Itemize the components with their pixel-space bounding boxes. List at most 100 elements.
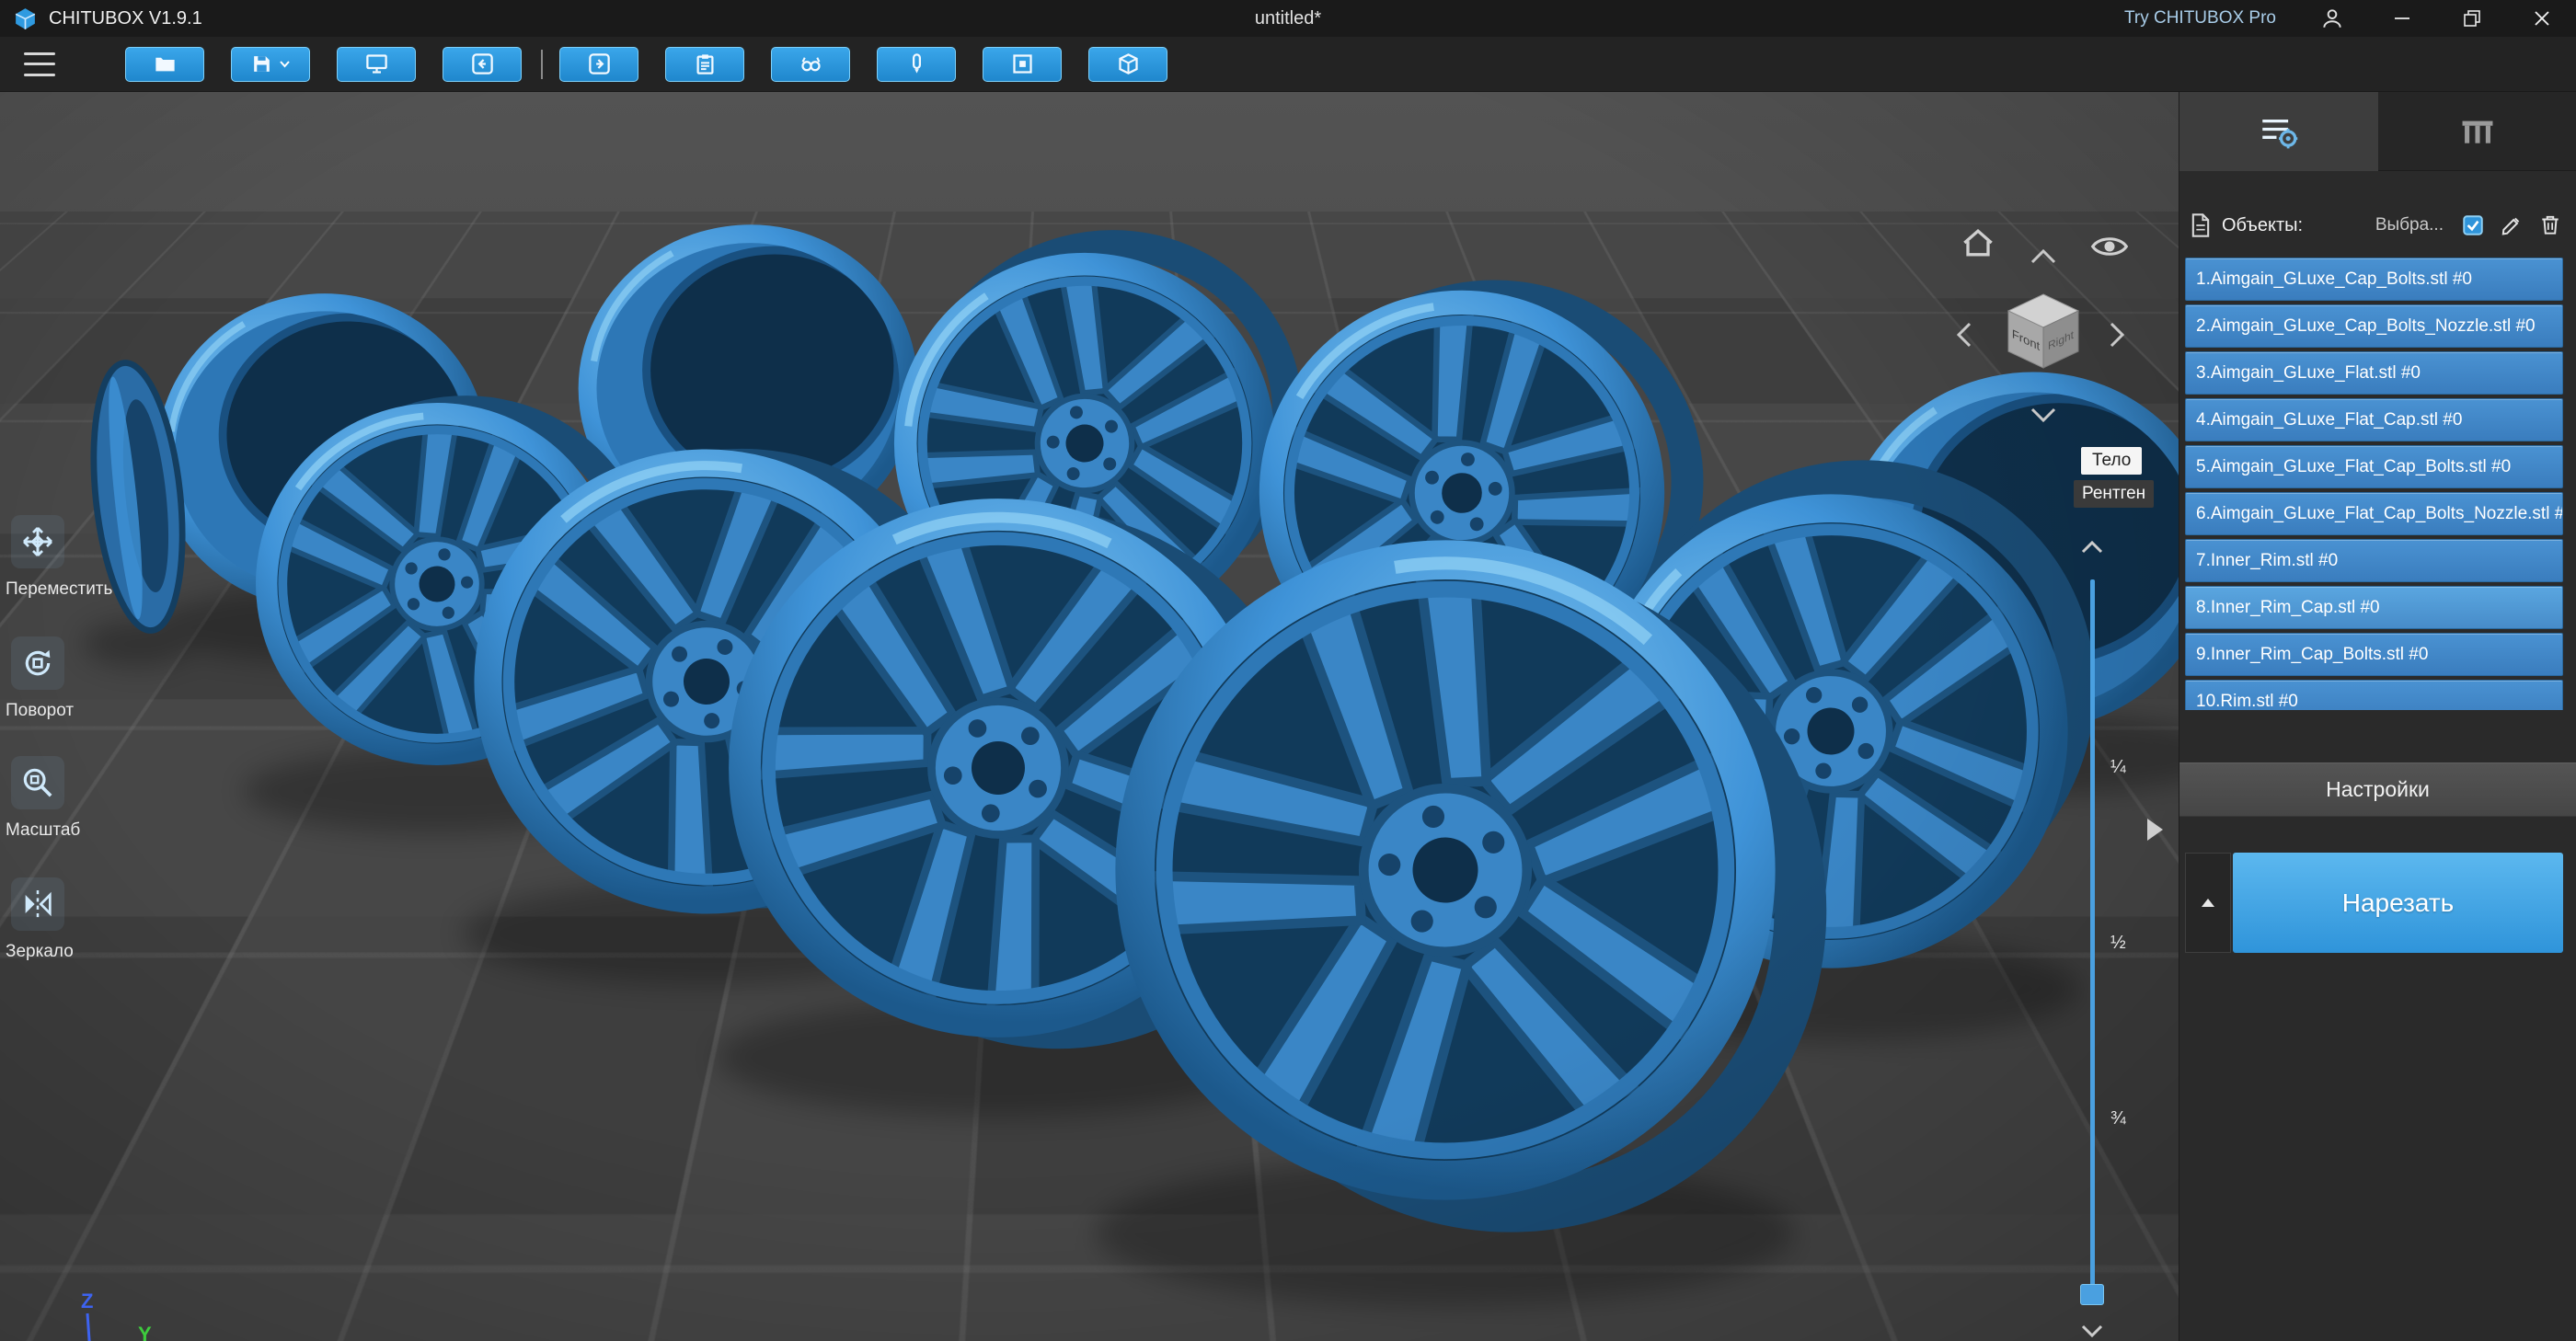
rotate-tool-button[interactable]: Поворот — [6, 636, 208, 721]
open-button[interactable] — [125, 46, 204, 82]
toolbar-separator — [541, 49, 543, 79]
minimize-button[interactable] — [2388, 5, 2416, 32]
document-title: untitled* — [1254, 7, 1322, 29]
close-icon — [2535, 11, 2549, 26]
delete-button[interactable] — [2536, 211, 2565, 240]
scale-tool-button[interactable]: Масштаб — [6, 756, 208, 841]
title-bar: CHITUBOX V1.9.1 untitled* Try CHITUBOX P… — [0, 0, 2576, 37]
restore-icon — [2464, 10, 2480, 27]
slice-area: Нарезать — [2179, 853, 2576, 953]
move-icon — [11, 515, 64, 568]
xray-mode-chip[interactable]: Рентген — [2074, 480, 2155, 508]
triangle-up-icon — [2202, 899, 2214, 907]
document-icon — [2191, 213, 2210, 237]
menu-button[interactable] — [24, 52, 55, 76]
select-label: Выбра... — [2375, 215, 2444, 235]
undo-button[interactable] — [443, 46, 522, 82]
clipboard-icon — [696, 54, 713, 74]
list-item[interactable]: 2.Aimgain_GLuxe_Cap_Bolts_Nozzle.stl #0 — [2185, 304, 2563, 348]
axis-z-label: Z — [81, 1289, 93, 1312]
printer-icon — [1118, 53, 1138, 74]
drill-hole-button[interactable] — [877, 46, 956, 82]
cube-rotate-left-button[interactable] — [1954, 318, 1974, 351]
print-button[interactable] — [1088, 46, 1167, 82]
list-item[interactable]: 7.Inner_Rim.stl #0 — [2185, 539, 2563, 582]
clip-slider-handle[interactable] — [2080, 1284, 2104, 1305]
tab-support[interactable] — [2378, 92, 2576, 171]
save-button[interactable] — [231, 46, 310, 82]
slice-expand-button[interactable] — [2185, 853, 2231, 953]
infill-button[interactable] — [983, 46, 1062, 82]
user-icon — [2323, 9, 2341, 28]
app-title: CHITUBOX V1.9.1 — [49, 7, 202, 29]
axis-y-label: Y — [138, 1323, 152, 1341]
chitubox-window: CHITUBOX V1.9.1 untitled* Try CHITUBOX P… — [0, 0, 2576, 1341]
mirror-tool-button[interactable]: Зеркало — [6, 877, 208, 962]
clip-slider-track[interactable] — [2090, 579, 2095, 1289]
infill-icon — [1012, 54, 1032, 74]
rename-button[interactable] — [2497, 211, 2526, 240]
list-item[interactable]: 8.Inner_Rim_Cap.stl #0 — [2185, 586, 2563, 629]
slider-label-threequarter: ¾ — [2110, 1108, 2126, 1129]
list-item[interactable]: 1.Aimgain_GLuxe_Cap_Bolts.stl #0 — [2185, 258, 2563, 301]
redo-icon — [588, 53, 610, 74]
hollow-button[interactable] — [771, 46, 850, 82]
slider-up-button[interactable] — [2076, 537, 2109, 557]
support-icon — [2462, 120, 2493, 143]
clone-button[interactable] — [665, 46, 744, 82]
objects-header: Объекты: Выбра... — [2189, 202, 2565, 248]
view-cube[interactable]: Front Right — [1979, 270, 2108, 399]
settings-button[interactable]: Настройки — [2179, 762, 2576, 817]
tab-settings-list[interactable] — [2179, 92, 2378, 171]
mirror-icon — [11, 877, 64, 931]
move-tool-button[interactable]: Переместить — [6, 515, 208, 600]
slice-button[interactable]: Нарезать — [2233, 853, 2563, 953]
list-item[interactable]: 6.Aimgain_GLuxe_Flat_Cap_Bolts_Nozzle.st… — [2185, 492, 2563, 535]
object-list: 1.Aimgain_GLuxe_Cap_Bolts.stl #0 2.Aimgai… — [2179, 258, 2576, 710]
hollow-icon — [800, 57, 821, 72]
pencil-icon — [2501, 217, 2520, 235]
body-mode-chip[interactable]: Тело — [2081, 447, 2143, 475]
list-item[interactable]: 4.Aimgain_GLuxe_Flat_Cap.stl #0 — [2185, 398, 2563, 441]
3d-scene[interactable] — [0, 92, 2179, 1341]
app-logo-icon — [15, 7, 36, 29]
close-button[interactable] — [2528, 5, 2556, 32]
list-item[interactable]: 5.Aimgain_GLuxe_Flat_Cap_Bolts.stl #0 — [2185, 445, 2563, 488]
transform-toolbar: Переместить Поворот Масштаб Зеркало — [0, 92, 212, 1341]
restore-button[interactable] — [2458, 5, 2486, 32]
slider-label-quarter: ¼ — [2110, 757, 2126, 777]
account-button[interactable] — [2318, 5, 2346, 32]
viewport-3d[interactable]: Переместить Поворот Масштаб Зеркало Fron… — [0, 92, 2179, 1341]
cube-rotate-right-button[interactable] — [2107, 318, 2127, 351]
list-item[interactable]: 9.Inner_Rim_Cap_Bolts.stl #0 — [2185, 633, 2563, 676]
slider-down-button[interactable] — [2076, 1321, 2109, 1341]
home-view-button[interactable] — [1958, 223, 1998, 263]
monitor-icon — [365, 54, 387, 74]
cube-rotate-up-button[interactable] — [2027, 246, 2060, 267]
rotate-tool-label: Поворот — [6, 701, 75, 720]
chevron-down-icon — [280, 61, 290, 68]
right-panel: Объекты: Выбра... 1.Aimgain_GLuxe_Cap_Bo… — [2179, 92, 2576, 1341]
scale-icon — [11, 756, 64, 809]
panel-collapse-arrow[interactable] — [2147, 819, 2163, 841]
list-item[interactable]: 10.Rim.stl #0 — [2185, 680, 2563, 710]
cube-rotate-down-button[interactable] — [2027, 405, 2060, 425]
slider-label-half: ½ — [2110, 933, 2126, 953]
monitor-button[interactable] — [337, 46, 416, 82]
list-item[interactable]: 3.Aimgain_GLuxe_Flat.stl #0 — [2185, 351, 2563, 395]
objects-label: Объекты: — [2222, 214, 2304, 235]
redo-button[interactable] — [559, 46, 638, 82]
visibility-eye-button[interactable] — [2089, 226, 2130, 267]
trash-icon — [2542, 215, 2559, 235]
select-all-button[interactable] — [2458, 211, 2488, 240]
undo-icon — [471, 53, 493, 74]
main-toolbar — [0, 37, 2576, 92]
minimize-icon — [2395, 17, 2409, 19]
rotate-icon — [11, 636, 64, 690]
axis-gizmo: Z Y X — [81, 1289, 152, 1341]
settings-list-icon — [2262, 119, 2298, 149]
open-folder-icon — [155, 57, 175, 72]
try-pro-link[interactable]: Try CHITUBOX Pro — [2124, 8, 2276, 29]
panel-tabs — [2179, 92, 2576, 171]
mirror-tool-label: Зеркало — [6, 942, 74, 961]
